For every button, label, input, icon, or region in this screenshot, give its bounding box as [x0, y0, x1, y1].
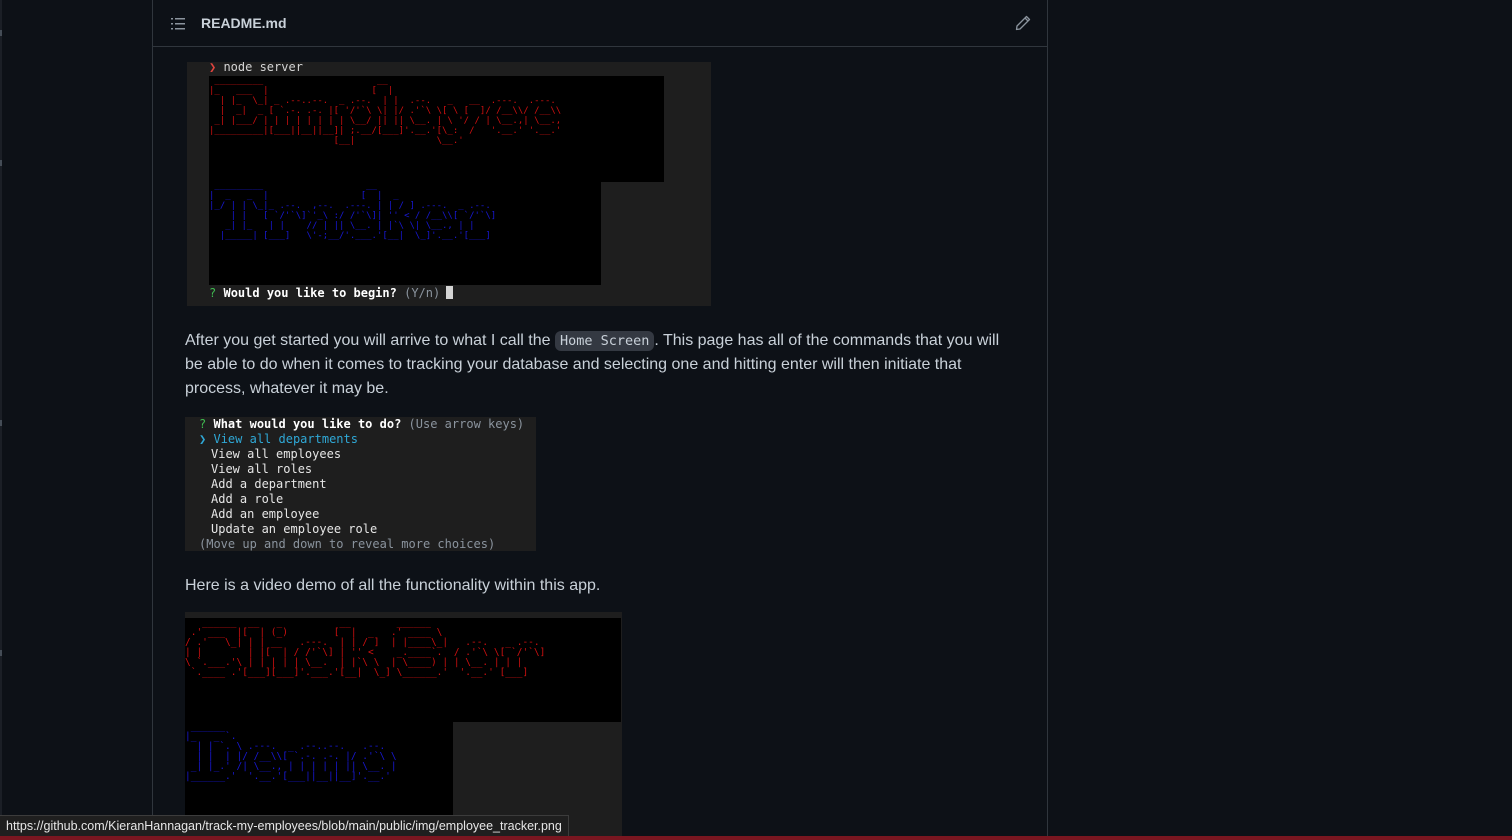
menu-item: Update an employee role: [211, 522, 378, 536]
para1-text-start: After you get started you will arrive to…: [185, 332, 555, 349]
demo-video-link-image[interactable]: ______ __ _ __ ______ .' ___ |[ | (_) [ …: [185, 612, 622, 840]
menu-question-line: ? What would you like to do? (Use arrow …: [199, 417, 524, 432]
command-line: ❯ node server: [209, 62, 303, 74]
command-text: node server: [216, 62, 303, 74]
selected-pointer: ❯: [199, 432, 207, 446]
question-mark: ?: [209, 286, 217, 300]
bottom-window-strip: [0, 836, 1512, 840]
menu-footer: (Move up and down to reveal more choices…: [199, 537, 496, 551]
menu-item: Add an employee: [211, 507, 320, 521]
begin-prompt: ? Would you like to begin? (Y/n): [209, 286, 454, 300]
terminal-cursor: [446, 286, 454, 299]
selected-label: View all departments: [213, 432, 358, 446]
readme-header: README.md: [153, 0, 1047, 47]
menu-item: Add a department: [211, 477, 327, 491]
begin-question: Would you like to begin?: [223, 286, 397, 300]
menu-item-selected: ❯ View all departments: [199, 432, 358, 447]
menu-item: Add a role: [211, 492, 284, 506]
menu-question-mark: ?: [199, 417, 207, 431]
begin-hint: (Y/n): [404, 286, 441, 300]
readme-title: README.md: [201, 15, 287, 31]
menu-hint: (Use arrow keys): [408, 417, 525, 431]
employee-tracker-screenshot[interactable]: ❯ node server _________ __ |_ ___ | [ | …: [187, 62, 711, 306]
video-demo-paragraph: Here is a video demo of all the function…: [185, 577, 601, 594]
ascii-title-employee: _________ __ |_ ___ | [ | | |_ \_| _ .--…: [209, 76, 664, 182]
menu-question: What would you like to do?: [213, 417, 402, 431]
ascii-title-tracker: _________ __ | _ _ | [ | _ |_/ | | \_|_ …: [209, 181, 601, 285]
list-unordered-icon[interactable]: [170, 16, 186, 32]
menu-item: View all roles: [211, 462, 313, 476]
ascii-click-for: ______ __ _ __ ______ .' ___ |[ | (_) [ …: [185, 618, 621, 722]
home-screen-menu-screenshot[interactable]: ? What would you like to do? (Use arrow …: [185, 417, 536, 551]
menu-item: View all employees: [211, 447, 342, 461]
left-gutter: [0, 0, 152, 840]
home-screen-paragraph: After you get started you will arrive to…: [185, 329, 1015, 401]
pencil-icon[interactable]: [1015, 15, 1031, 31]
link-status-bar: https://github.com/KieranHannagan/track-…: [0, 815, 569, 837]
home-screen-code: Home Screen: [554, 331, 655, 351]
readme-container: README.md ❯ node server _________ __ |_ …: [152, 0, 1048, 840]
